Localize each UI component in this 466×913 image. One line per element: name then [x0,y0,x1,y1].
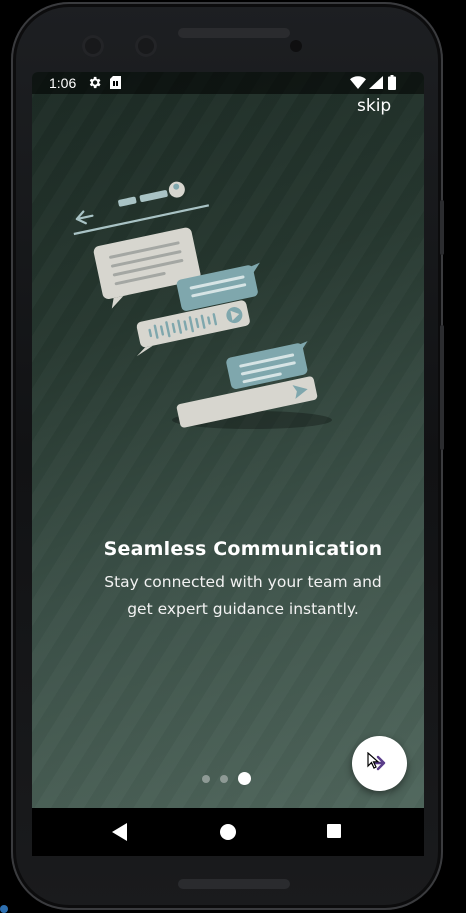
bottom-speaker [178,879,290,889]
signal-icon [369,76,383,89]
proximity-sensor [290,40,302,52]
recents-icon[interactable] [327,824,341,838]
page-dot-active[interactable] [238,772,251,785]
volume-button [440,200,444,255]
page-title: Seamless Communication [103,538,383,560]
sim-card-icon [110,76,121,89]
description-line: Stay connected with your team and [104,573,382,591]
back-icon[interactable] [112,823,128,841]
corner-indicator [0,905,8,913]
battery-icon [388,75,396,90]
power-button [440,325,444,450]
navigation-bar [32,808,424,856]
mouse-cursor-icon [367,752,380,769]
home-icon[interactable] [220,824,236,840]
illustration-header [73,181,210,236]
status-bar: 1:06 [32,72,424,94]
earpiece-speaker [178,28,290,38]
status-time: 1:06 [49,75,77,91]
page-dot[interactable] [220,775,228,783]
skip-button[interactable]: skip [357,96,391,116]
description-line: get expert guidance instantly. [127,600,359,618]
next-button[interactable] [352,736,407,791]
chat-illustration [73,181,332,429]
page-dot[interactable] [202,775,210,783]
front-camera-secondary [135,35,157,57]
page-description: Stay connected with your team and get ex… [32,569,424,623]
front-camera [82,35,104,57]
onboarding-screen: 1:06 skip Seamless Communication Stay co… [32,72,424,856]
gear-icon [89,76,101,89]
wifi-icon [350,76,366,89]
